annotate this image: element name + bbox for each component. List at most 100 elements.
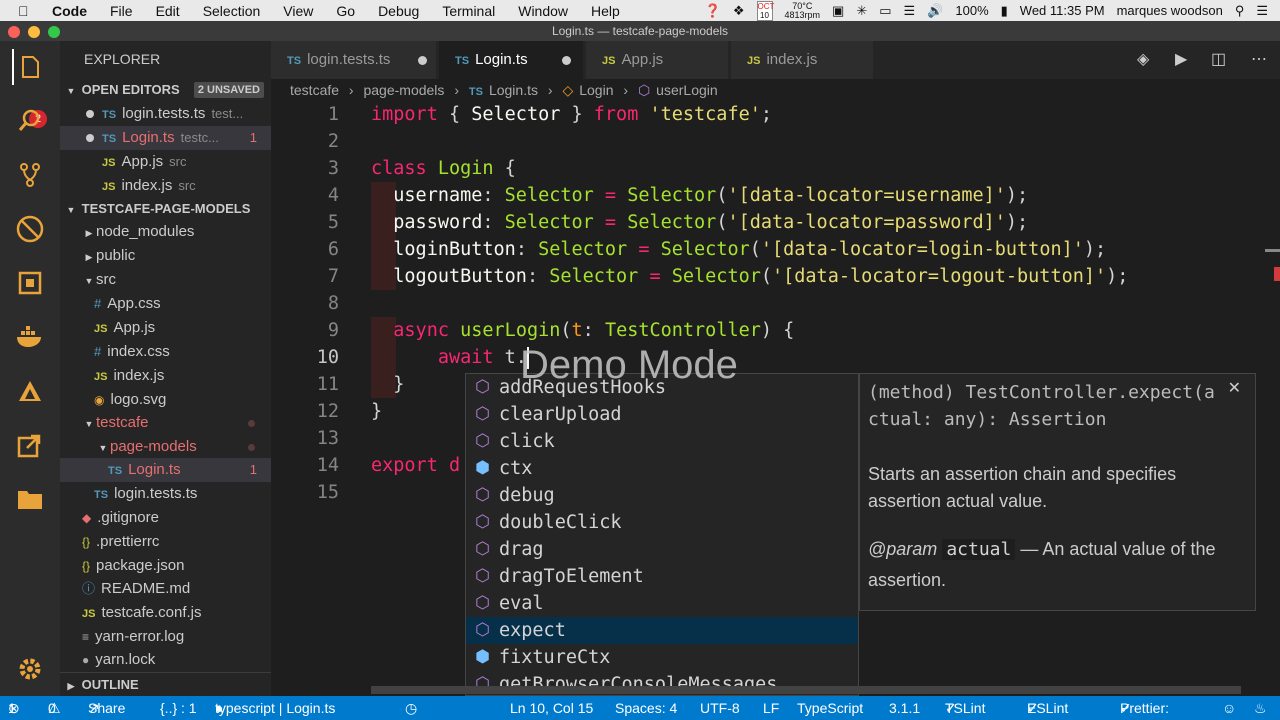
suggestion-item[interactable]: ⬡ dragToElement xyxy=(466,563,858,590)
menu-app-name[interactable]: Code xyxy=(52,3,87,19)
apple-icon[interactable]:  xyxy=(18,4,32,18)
open-editor-item[interactable]: JS App.js src xyxy=(60,150,271,174)
tree-item-file[interactable]: TS Login.ts 1 xyxy=(60,458,271,482)
breadcrumb-item[interactable]: testcafe xyxy=(290,82,339,98)
unsaved-dot-icon[interactable] xyxy=(86,110,94,118)
file-encoding[interactable]: UTF-8 xyxy=(700,696,740,720)
volume-icon[interactable]: 🔊 xyxy=(927,3,943,19)
open-editor-item[interactable]: TS login.tests.ts test... xyxy=(60,102,271,126)
history-icon[interactable]: ◷ xyxy=(405,696,417,720)
menu-window[interactable]: Window xyxy=(518,3,568,19)
suggestion-item[interactable]: ⬡ eval xyxy=(466,590,858,617)
menu-user[interactable]: marques woodson xyxy=(1117,3,1223,18)
breadcrumb-item[interactable]: Login.ts xyxy=(489,82,538,98)
end-of-line[interactable]: LF xyxy=(763,696,779,720)
tree-item-folder[interactable]: ▼ testcafe xyxy=(60,411,271,435)
cursor-position[interactable]: Ln 10, Col 15 xyxy=(510,696,593,720)
suggestion-item[interactable]: ⬡ clearUpload xyxy=(466,401,858,428)
live-share-icon[interactable] xyxy=(12,427,48,463)
indentation[interactable]: Spaces: 4 xyxy=(615,696,677,720)
tree-item-folder[interactable]: ▼ page-models xyxy=(60,435,271,459)
maximize-window-button[interactable] xyxy=(48,26,60,38)
suggestion-item[interactable]: ⬡ click xyxy=(466,428,858,455)
battery-percent[interactable]: 100% xyxy=(955,3,988,18)
temperature-readout[interactable]: 70°C 4813rpm xyxy=(785,1,821,20)
tree-item-file[interactable]: JS testcafe.conf.js xyxy=(60,601,271,625)
compare-changes-icon[interactable]: ◈ xyxy=(1137,41,1149,79)
horizontal-scrollbar[interactable] xyxy=(371,686,1241,694)
azure-icon[interactable] xyxy=(12,373,48,409)
tree-item-file[interactable]: {} .prettierrc xyxy=(60,530,271,554)
menu-go[interactable]: Go xyxy=(336,3,355,19)
typescript-version[interactable]: 3.1.1 xyxy=(889,696,920,720)
tree-item-file[interactable]: ≡ yarn-error.log xyxy=(60,625,271,649)
tab-login[interactable]: TS Login.ts xyxy=(439,41,583,79)
unsaved-dot-icon[interactable] xyxy=(562,56,571,65)
outline-section[interactable]: ▶ OUTLINE xyxy=(60,672,271,696)
open-editor-item[interactable]: JS index.js src xyxy=(60,174,271,198)
source-control-icon[interactable] xyxy=(12,157,48,193)
tree-item-file[interactable]: ● yarn.lock xyxy=(60,648,271,672)
menu-debug[interactable]: Debug xyxy=(378,3,419,19)
suggestion-item[interactable]: ⬡ doubleClick xyxy=(466,509,858,536)
tree-item-file[interactable]: # index.css xyxy=(60,340,271,364)
suggestion-item-selected[interactable]: ⬡ expect xyxy=(466,617,858,644)
suggestion-item[interactable]: ⬢ fixtureCtx xyxy=(466,644,858,671)
tree-item-file[interactable]: ⓘ README.md xyxy=(60,577,271,601)
breadcrumb-item[interactable]: userLogin xyxy=(656,82,718,98)
open-editors-section[interactable]: ▼ OPEN EDITORS 2 UNSAVED xyxy=(60,78,271,102)
wifi-icon[interactable]: ☰ xyxy=(904,3,916,19)
menu-selection[interactable]: Selection xyxy=(203,3,261,19)
open-editor-item[interactable]: TS Login.ts testc... 1 xyxy=(60,126,271,150)
debug-icon[interactable] xyxy=(12,211,48,247)
close-icon[interactable]: ✕ xyxy=(1228,378,1241,398)
suggestion-item[interactable]: ⬢ ctx xyxy=(466,455,858,482)
menu-help[interactable]: Help xyxy=(591,3,620,19)
close-window-button[interactable] xyxy=(8,26,20,38)
settings-gear-icon[interactable] xyxy=(12,651,48,687)
help-circle-icon[interactable]: ❓ xyxy=(705,3,721,19)
tree-item-file[interactable]: JS index.js xyxy=(60,364,271,388)
breadcrumb-item[interactable]: Login xyxy=(579,82,613,98)
suggestion-item[interactable]: ⬡ debug xyxy=(466,482,858,509)
menu-file[interactable]: File xyxy=(110,3,133,19)
tab-app-js[interactable]: JS App.js xyxy=(586,41,728,79)
tree-item-file[interactable]: ◉ logo.svg xyxy=(60,388,271,412)
breadcrumb-item[interactable]: page-models xyxy=(363,82,444,98)
spotlight-icon[interactable]: ⚲ xyxy=(1235,3,1245,19)
notification-list-icon[interactable]: ☰ xyxy=(1256,3,1268,19)
tree-item-file[interactable]: TS login.tests.ts xyxy=(60,482,271,506)
tab-login-tests[interactable]: TS login.tests.ts xyxy=(271,41,436,79)
tab-index-js[interactable]: JS index.js xyxy=(731,41,873,79)
unsaved-dot-icon[interactable] xyxy=(418,56,427,65)
menu-edit[interactable]: Edit xyxy=(156,3,180,19)
split-editor-icon[interactable]: ◫ xyxy=(1211,41,1226,79)
suggestion-item[interactable]: ⬡ drag xyxy=(466,536,858,563)
notification-bell-icon[interactable]: ♨ xyxy=(1254,696,1267,720)
tree-item-file[interactable]: JS App.js xyxy=(60,316,271,340)
tree-item-folder[interactable]: ▶ node_modules xyxy=(60,220,271,244)
project-section[interactable]: ▼ TESTCAFE-PAGE-MODELS xyxy=(60,197,271,221)
tree-item-folder[interactable]: ▼ src xyxy=(60,268,271,292)
docker-icon[interactable] xyxy=(12,319,48,355)
more-actions-icon[interactable]: ⋯ xyxy=(1251,41,1267,79)
menu-terminal[interactable]: Terminal xyxy=(442,3,495,19)
dropbox-icon[interactable]: ❖ xyxy=(733,3,745,19)
airplay-icon[interactable]: ▭ xyxy=(879,3,891,19)
unsaved-dot-icon[interactable] xyxy=(86,134,94,142)
extensions-icon[interactable] xyxy=(12,265,48,301)
symbol-indicator[interactable]: {..} : 1 xyxy=(160,696,197,720)
tree-item-folder[interactable]: ▶ public xyxy=(60,244,271,268)
tree-item-file[interactable]: {} package.json xyxy=(60,554,271,578)
bluetooth-icon[interactable]: ✳ xyxy=(856,3,867,19)
language-selector[interactable]: TypeScript xyxy=(797,696,863,720)
folders-icon[interactable] xyxy=(12,481,48,517)
feedback-smiley-icon[interactable]: ☺ xyxy=(1222,696,1236,720)
screen-record-icon[interactable]: ▣ xyxy=(832,3,844,19)
search-icon[interactable] xyxy=(12,103,48,139)
menu-view[interactable]: View xyxy=(283,3,313,19)
minimize-window-button[interactable] xyxy=(28,26,40,38)
run-play-icon[interactable]: ▶ xyxy=(1175,41,1187,79)
tree-item-file[interactable]: # App.css xyxy=(60,292,271,316)
menu-clock[interactable]: Wed 11:35 PM xyxy=(1020,3,1105,18)
